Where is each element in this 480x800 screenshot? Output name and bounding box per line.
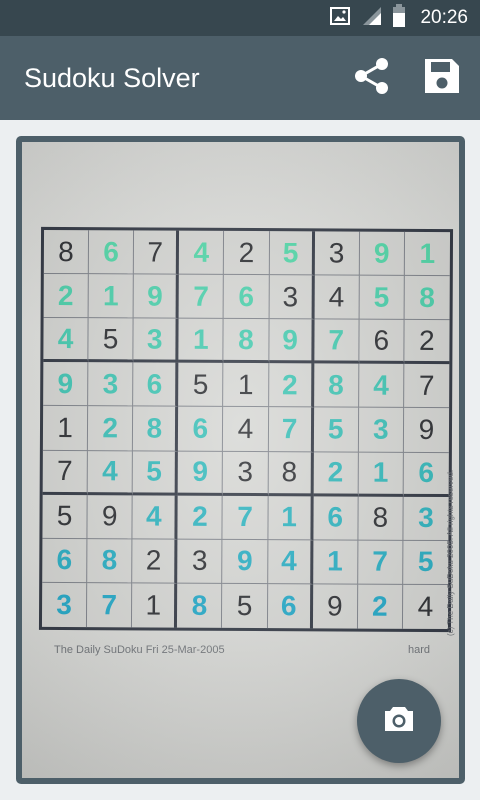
solved-digit-r5c4: 6: [178, 407, 224, 452]
solved-digit-r3c1: 4: [43, 318, 89, 363]
solved-digit-r4c2: 3: [88, 362, 134, 407]
solved-digit-r9c8: 2: [357, 584, 404, 629]
given-digit-r3c2: 5: [88, 318, 134, 363]
solved-digit-r6c3: 5: [132, 450, 179, 496]
solved-digit-r2c3: 9: [133, 274, 180, 319]
solved-digit-r1c4: 4: [179, 230, 225, 275]
solved-digit-r1c6: 5: [269, 231, 315, 276]
solved-digit-r1c2: 6: [88, 230, 135, 275]
solved-digit-r7c3: 4: [132, 495, 178, 540]
given-digit-r9c3: 1: [132, 583, 178, 628]
solved-digit-r8c6: 4: [267, 539, 314, 585]
solved-digit-r2c8: 5: [359, 275, 405, 321]
capture-button[interactable]: [357, 679, 441, 763]
sudoku-grid: 8674253912197634584531897629365128471286…: [38, 226, 454, 633]
solved-digit-r7c7: 6: [313, 496, 359, 541]
solved-digit-r9c1: 3: [41, 582, 88, 628]
solved-digit-r3c3: 3: [133, 318, 179, 363]
given-digit-r8c4: 3: [177, 539, 223, 584]
signal-icon: [360, 6, 382, 31]
solved-digit-r8c2: 8: [87, 538, 133, 584]
solved-digit-r5c7: 5: [313, 407, 359, 453]
given-digit-r7c8: 8: [358, 496, 404, 541]
solved-digit-r9c2: 7: [87, 583, 133, 628]
solved-digit-r4c7: 8: [313, 363, 360, 409]
solved-digit-r6c8: 1: [358, 452, 404, 497]
solved-digit-r7c9: 3: [403, 496, 449, 541]
solved-digit-r8c9: 5: [403, 540, 449, 585]
solved-digit-r2c9: 8: [404, 275, 450, 321]
solved-digit-r7c5: 7: [222, 495, 269, 540]
solved-digit-r1c9: 1: [404, 231, 451, 277]
given-digit-r4c5: 1: [223, 363, 269, 408]
solved-digit-r8c1: 6: [42, 538, 88, 584]
solved-digit-r3c4: 1: [178, 318, 225, 364]
share-button[interactable]: [350, 56, 394, 100]
copyright-text: (c) The Daily SuDoku 2005. All rights re…: [446, 469, 455, 636]
given-digit-r9c9: 4: [417, 590, 434, 622]
solved-digit-r6c9: 6: [403, 452, 449, 497]
status-time: 20:26: [420, 7, 468, 28]
solved-digit-r2c1: 2: [43, 274, 89, 319]
app-bar: Sudoku Solver: [0, 36, 480, 120]
solved-digit-r8c8: 7: [357, 540, 404, 585]
given-digit-r5c5: 4: [223, 407, 269, 452]
solved-digit-r5c2: 2: [87, 406, 134, 451]
puzzle-source-caption: The Daily SuDoku Fri 25-Mar-2005: [54, 644, 225, 656]
solved-digit-r9c6: 6: [267, 583, 313, 629]
given-digit-r2c6: 3: [269, 275, 315, 320]
status-bar: 20:26: [0, 0, 480, 36]
solved-digit-r3c6: 9: [268, 319, 315, 364]
solved-digit-r6c4: 9: [177, 451, 224, 496]
given-digit-r6c5: 3: [223, 451, 269, 496]
given-digit-r1c7: 3: [314, 231, 360, 276]
solved-digit-r9c4: 8: [177, 583, 223, 628]
solved-digit-r8c5: 9: [222, 539, 268, 584]
solved-digit-r4c1: 9: [43, 362, 89, 407]
given-digit-r6c1: 7: [42, 450, 88, 495]
given-digit-r9c7: 9: [312, 584, 358, 629]
given-digit-r2c7: 4: [314, 275, 360, 320]
solved-digit-r7c6: 1: [267, 495, 314, 541]
solved-digit-r1c8: 9: [359, 231, 405, 276]
given-digit-r9c5: 5: [222, 583, 268, 629]
solved-digit-r4c3: 6: [133, 362, 179, 408]
solved-digit-r8c7: 1: [312, 540, 359, 585]
image-icon: [330, 6, 351, 30]
given-digit-r5c9: 9: [403, 408, 450, 453]
given-digit-r8c3: 2: [132, 539, 178, 584]
given-digit-r7c2: 9: [87, 494, 133, 540]
given-digit-r6c6: 8: [268, 451, 314, 497]
given-digit-r1c3: 7: [134, 230, 180, 275]
solved-digit-r3c5: 8: [223, 319, 270, 364]
solved-digit-r6c2: 4: [87, 450, 134, 496]
camera-icon: [383, 705, 415, 738]
solved-digit-r3c7: 7: [314, 319, 360, 364]
solved-digit-r5c3: 8: [133, 406, 179, 452]
given-digit-r5c1: 1: [42, 406, 89, 451]
given-digit-r3c8: 6: [359, 319, 405, 365]
save-button[interactable]: [420, 56, 464, 100]
solved-digit-r2c5: 6: [224, 274, 270, 320]
app-title: Sudoku Solver: [24, 62, 200, 93]
given-digit-r1c5: 2: [224, 230, 270, 276]
difficulty-label: hard: [408, 644, 431, 656]
given-digit-r1c1: 8: [43, 229, 90, 275]
solved-digit-r5c6: 7: [268, 407, 314, 452]
solved-digit-r7c4: 2: [177, 495, 224, 540]
given-digit-r4c9: 7: [403, 364, 450, 409]
given-digit-r7c1: 5: [42, 494, 88, 539]
solved-digit-r4c6: 2: [268, 363, 315, 408]
solved-digit-r5c8: 3: [358, 408, 404, 453]
solved-digit-r4c8: 4: [358, 363, 405, 409]
share-icon: [352, 56, 392, 101]
save-icon: [422, 56, 462, 101]
given-digit-r3c9: 2: [404, 320, 450, 365]
solved-digit-r2c4: 7: [178, 274, 225, 320]
solved-digit-r6c7: 2: [313, 451, 359, 497]
given-digit-r4c4: 5: [178, 362, 224, 408]
solved-digit-r2c2: 1: [88, 274, 135, 319]
battery-icon: [392, 3, 406, 33]
